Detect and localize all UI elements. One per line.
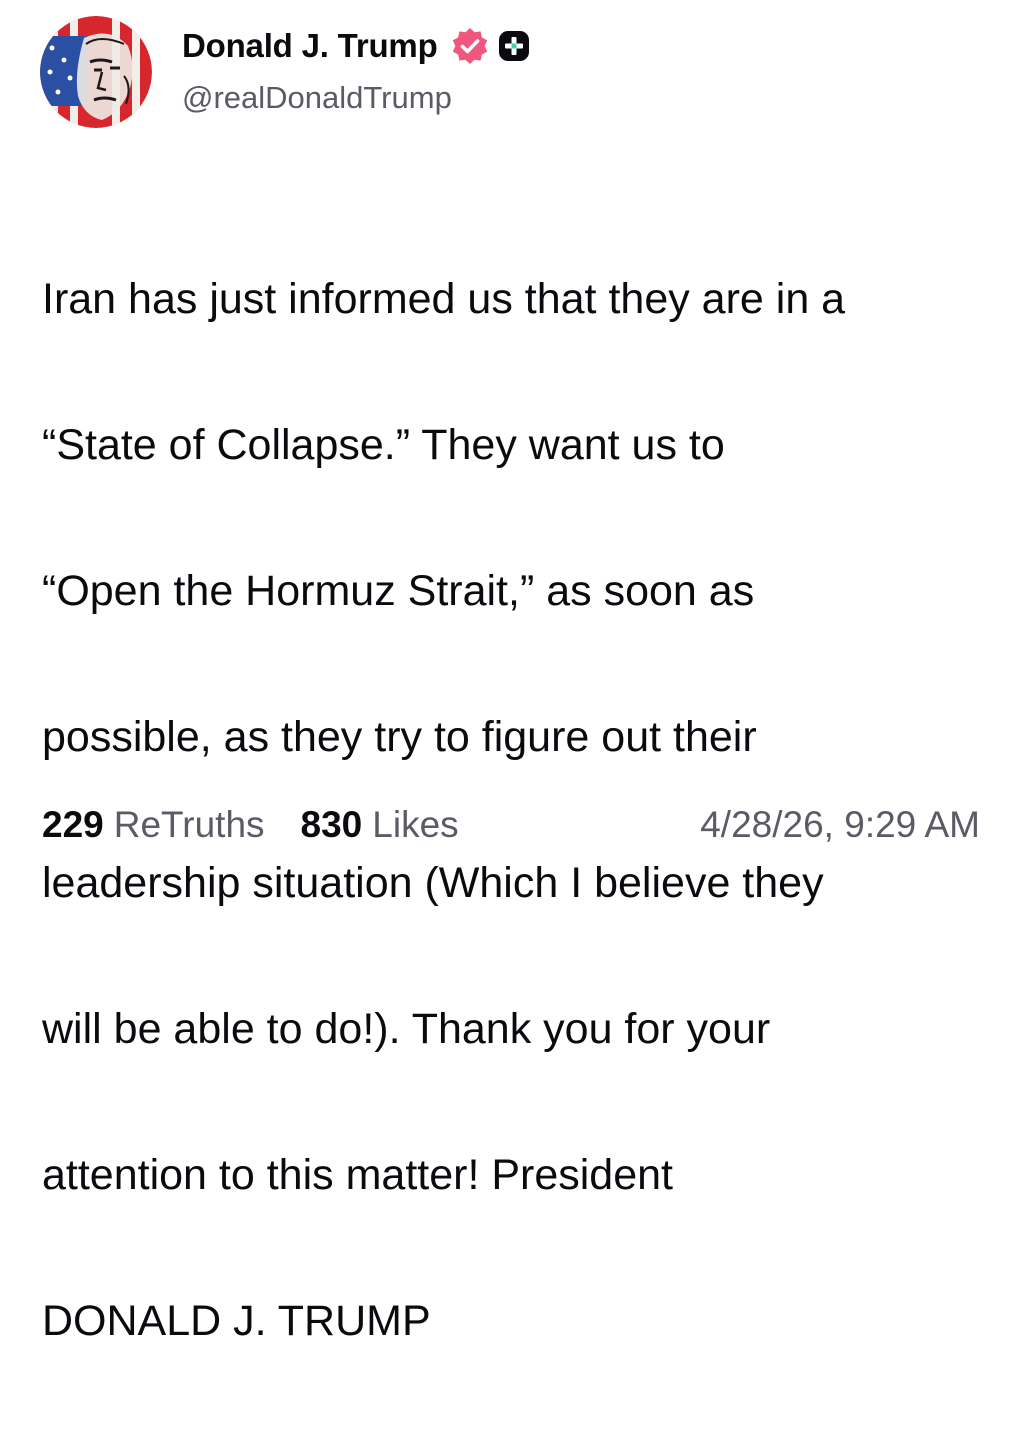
post-body-line: Iran has just informed us that they are … (42, 275, 846, 323)
likes-stat[interactable]: 830 Likes (301, 804, 459, 846)
retruths-stat[interactable]: 229 ReTruths (42, 804, 265, 846)
post-body-line: DONALD J. TRUMP (42, 1297, 431, 1345)
author-handle[interactable]: @realDonaldTrump (182, 80, 530, 116)
post-body-line: attention to this matter! President (42, 1151, 673, 1199)
author-display-name[interactable]: Donald J. Trump (182, 27, 438, 65)
likes-count: 830 (300, 804, 363, 845)
avatar-portrait-icon (40, 16, 152, 128)
plus-badge-icon (498, 30, 530, 62)
post-footer: 229 ReTruths 830 Likes 4/28/26, 9:29 AM (42, 800, 980, 850)
post-card: Donald J. Trump @realDonaldTrump Iran ha… (0, 0, 1024, 1345)
post-timestamp[interactable]: 4/28/26, 9:29 AM (700, 804, 980, 846)
author-name-row: Donald J. Trump (182, 24, 530, 68)
likes-label: Likes (372, 804, 459, 845)
post-body-line: will be able to do!). Thank you for your (42, 1005, 771, 1053)
retruths-label: ReTruths (113, 804, 265, 845)
verified-badge-icon (450, 26, 490, 66)
post-body-line: possible, as they try to figure out thei… (42, 713, 757, 761)
post-body-line: leadership situation (Which I believe th… (42, 859, 824, 907)
post-body-line: “State of Collapse.” They want us to (42, 421, 725, 469)
author-block: Donald J. Trump @realDonaldTrump (182, 24, 530, 116)
avatar[interactable] (40, 16, 152, 128)
post-body-line: “Open the Hormuz Strait,” as soon as (42, 567, 755, 615)
retruths-count: 229 (42, 804, 104, 845)
